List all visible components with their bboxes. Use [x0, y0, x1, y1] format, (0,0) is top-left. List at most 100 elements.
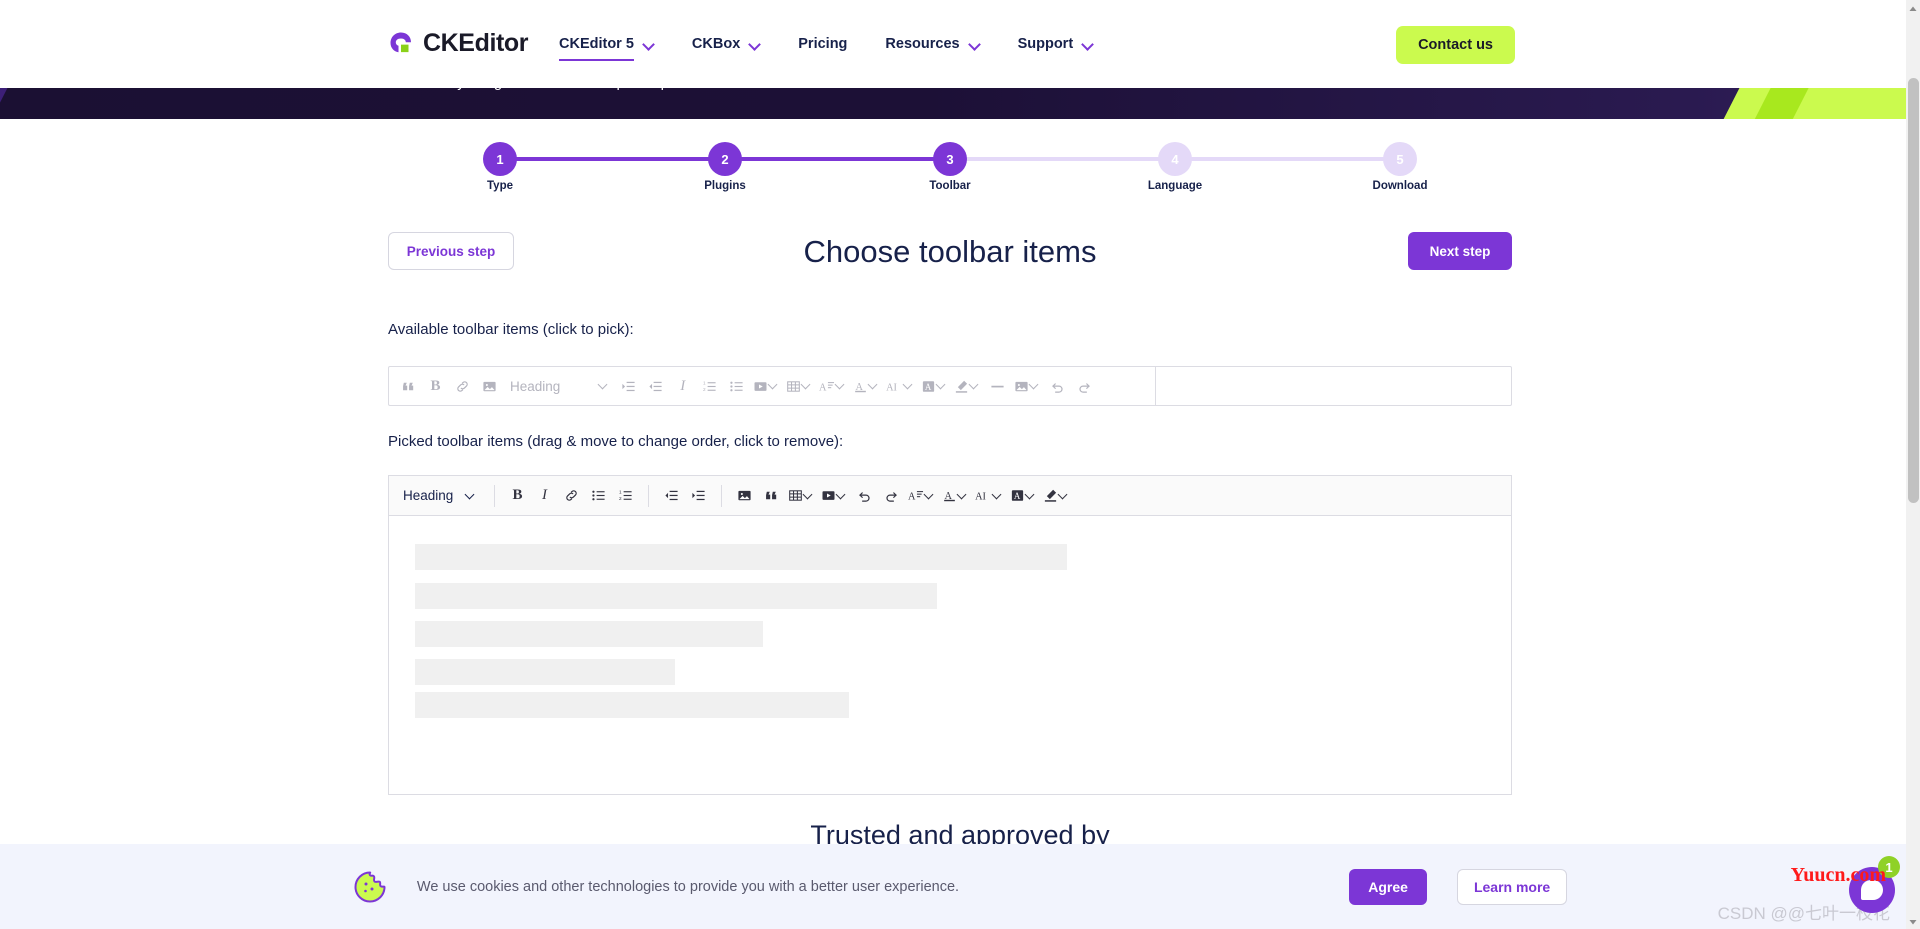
svg-text:A: A — [908, 492, 916, 503]
nav-item-pricing[interactable]: Pricing — [779, 0, 866, 88]
chevron-down-icon — [835, 381, 845, 391]
outdent-icon[interactable] — [642, 372, 669, 400]
bold-icon[interactable]: B — [504, 482, 531, 510]
bold-icon[interactable]: B — [422, 372, 449, 400]
block-quote-icon[interactable] — [395, 372, 422, 400]
chevron-down-icon — [903, 381, 913, 391]
next-step-button[interactable]: Next step — [1408, 232, 1512, 270]
chevron-down-icon — [768, 381, 778, 391]
nav-label: Support — [1017, 36, 1074, 52]
media-embed-icon[interactable] — [818, 482, 849, 510]
bulleted-list-icon[interactable] — [585, 482, 612, 510]
step-node-4[interactable]: 4 — [1158, 142, 1192, 176]
step-node-2[interactable]: 2 — [708, 142, 742, 176]
picked-items-label: Picked toolbar items (drag & move to cha… — [388, 433, 844, 450]
insert-image-icon[interactable] — [476, 372, 503, 400]
outdent-icon[interactable] — [658, 482, 685, 510]
media-embed-icon[interactable] — [750, 372, 781, 400]
link-icon[interactable] — [449, 372, 476, 400]
font-background-color-icon[interactable]: A — [918, 372, 949, 400]
heading-dropdown[interactable]: Heading — [395, 482, 483, 510]
ckeditor-logo-icon — [388, 31, 414, 57]
undo-icon[interactable] — [851, 482, 878, 510]
svg-text:A: A — [819, 382, 827, 393]
nav-label: CKEditor 5 — [559, 36, 634, 61]
undo-icon[interactable] — [1044, 372, 1071, 400]
nav-item-support[interactable]: Support — [999, 0, 1113, 88]
svg-text:AI: AI — [886, 382, 897, 393]
font-family-icon[interactable]: AI — [972, 482, 1005, 510]
italic-icon[interactable]: I — [669, 372, 696, 400]
toolbar-separator — [648, 484, 649, 507]
toolbar-separator — [721, 484, 722, 507]
numbered-list-icon[interactable]: 12 — [612, 482, 639, 510]
toolbar-separator — [494, 484, 495, 507]
chevron-down-icon — [465, 491, 475, 501]
redo-icon[interactable] — [1071, 372, 1098, 400]
font-background-color-icon[interactable]: A — [1007, 482, 1038, 510]
step-number: 3 — [946, 151, 954, 167]
promo-banner: Build a fully-fledged editor in 5 simple… — [0, 83, 1920, 119]
nav-item-ckbox[interactable]: CKBox — [673, 0, 779, 88]
learn-more-button[interactable]: Learn more — [1457, 868, 1568, 905]
font-size-icon[interactable]: A — [816, 372, 848, 400]
chevron-down-icon — [1058, 491, 1068, 501]
skeleton-bar — [415, 621, 763, 647]
chevron-down-icon — [969, 381, 979, 391]
chevron-down-icon — [1025, 491, 1035, 501]
heading-dropdown[interactable]: Heading — [503, 372, 615, 400]
insert-table-icon[interactable] — [783, 372, 814, 400]
toolbar-divider — [1155, 367, 1156, 405]
highlight-icon[interactable] — [951, 372, 982, 400]
step-node-3[interactable]: 3 — [933, 142, 967, 176]
bulleted-list-icon[interactable] — [723, 372, 750, 400]
indent-icon[interactable] — [615, 372, 642, 400]
numbered-list-icon[interactable]: 12 — [696, 372, 723, 400]
font-color-icon[interactable]: A — [939, 482, 970, 510]
step-node-5[interactable]: 5 — [1383, 142, 1417, 176]
redo-icon[interactable] — [878, 482, 905, 510]
skeleton-bar — [415, 544, 1067, 570]
chevron-down-icon — [1082, 39, 1093, 50]
yuucn-watermark: Yuucn.com — [1790, 864, 1886, 886]
step-label-plugins: Plugins — [704, 180, 746, 192]
cookie-icon — [353, 870, 387, 904]
svg-text:2: 2 — [703, 387, 706, 392]
agree-button[interactable]: Agree — [1349, 868, 1428, 905]
page-scrollbar-thumb[interactable] — [1908, 78, 1919, 503]
font-color-icon[interactable]: A — [850, 372, 881, 400]
step-number: 1 — [496, 151, 504, 167]
picked-toolbar[interactable]: Heading B I 12 A A AI A — [388, 475, 1512, 515]
italic-icon[interactable]: I — [531, 482, 558, 510]
chevron-down-icon — [868, 381, 878, 391]
chevron-down-icon — [803, 491, 813, 501]
nav-item-resources[interactable]: Resources — [866, 0, 998, 88]
step-label-language: Language — [1147, 180, 1203, 192]
horizontal-line-icon[interactable] — [984, 372, 1011, 400]
indent-icon[interactable] — [685, 482, 712, 510]
logo[interactable]: CKEditor — [388, 29, 529, 58]
banner-left-accent — [0, 83, 10, 119]
scroll-down-arrow[interactable] — [1907, 915, 1919, 927]
contact-us-button[interactable]: Contact us — [1396, 26, 1515, 64]
nav-item-ckeditor5[interactable]: CKEditor 5 — [540, 0, 673, 88]
step-label-toolbar: Toolbar — [929, 180, 971, 192]
skeleton-bar — [415, 692, 849, 718]
stepper-track: 1 2 3 4 5 Type Plugins Toolbar Language … — [483, 142, 1427, 192]
font-family-icon[interactable]: AI — [883, 372, 916, 400]
image-upload-icon[interactable] — [1011, 372, 1042, 400]
insert-image-icon[interactable] — [731, 482, 758, 510]
editor-content-area[interactable] — [388, 515, 1512, 795]
block-quote-icon[interactable] — [758, 482, 785, 510]
font-size-icon[interactable]: A — [905, 482, 937, 510]
step-node-1[interactable]: 1 — [483, 142, 517, 176]
svg-text:2: 2 — [619, 496, 622, 501]
link-icon[interactable] — [558, 482, 585, 510]
svg-text:AI: AI — [975, 491, 986, 502]
available-toolbar[interactable]: B Heading I 12 A A AI A — [388, 366, 1512, 406]
scroll-up-arrow[interactable] — [1907, 2, 1919, 14]
insert-table-icon[interactable] — [785, 482, 816, 510]
heading-value: Heading — [403, 488, 454, 503]
highlight-icon[interactable] — [1040, 482, 1071, 510]
step-number: 5 — [1396, 151, 1404, 167]
